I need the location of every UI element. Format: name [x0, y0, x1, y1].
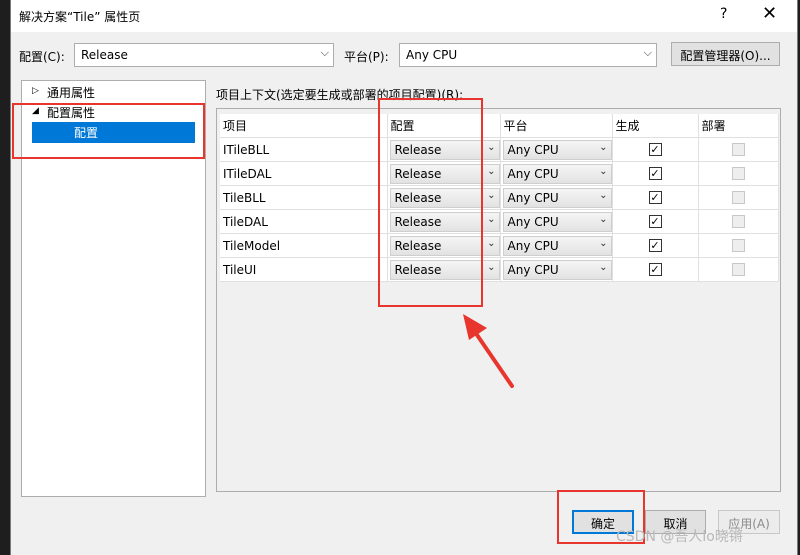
deploy-checkbox	[731, 263, 745, 276]
row-config-value: Release	[394, 167, 442, 181]
row-config-select[interactable]: Release ⌄	[389, 260, 500, 280]
table-row: TileModel Release ⌄ Any CPU ⌄ ✓	[220, 233, 779, 258]
table-row: TileDAL Release ⌄ Any CPU ⌄ ✓	[220, 209, 779, 234]
config-manager-button[interactable]: 配置管理器(O)...	[671, 42, 780, 66]
row-config-select[interactable]: Release ⌄	[389, 188, 500, 208]
row-platform-value: Any CPU	[507, 143, 559, 157]
table-row: TileBLL Release ⌄ Any CPU ⌄ ✓	[220, 185, 779, 210]
chevron-down-icon: ⌵	[320, 46, 329, 59]
column-header-config: 配置	[387, 114, 501, 138]
chevron-down-icon: ⌄	[599, 238, 608, 249]
build-checkbox[interactable]: ✓	[648, 263, 662, 276]
tree-item-label: 配置属性	[47, 106, 96, 120]
collapse-arrow-icon[interactable]: ◢	[32, 106, 39, 116]
chevron-down-icon: ⌄	[599, 262, 608, 273]
chevron-down-icon: ⌄	[487, 214, 496, 225]
build-checkbox[interactable]: ✓	[648, 215, 662, 228]
row-config-select[interactable]: Release ⌄	[389, 236, 500, 256]
table-row: TileUI Release ⌄ Any CPU ⌄ ✓	[220, 257, 779, 282]
project-table: 项目 配置 平台 生成 部署 ITileBLL Release ⌄ Any CPU…	[220, 114, 779, 282]
chevron-down-icon: ⌵	[643, 46, 652, 59]
row-platform-value: Any CPU	[507, 191, 559, 205]
row-platform-value: Any CPU	[507, 167, 559, 181]
project-name: ITileBLL	[220, 137, 388, 162]
build-checkbox[interactable]: ✓	[648, 167, 662, 180]
row-config-select[interactable]: Release ⌄	[389, 164, 500, 184]
chevron-down-icon: ⌄	[487, 166, 496, 177]
row-platform-select[interactable]: Any CPU ⌄	[502, 212, 612, 232]
chevron-down-icon: ⌄	[487, 238, 496, 249]
row-platform-select[interactable]: Any CPU ⌄	[502, 236, 612, 256]
row-config-select[interactable]: Release ⌄	[389, 212, 500, 232]
deploy-checkbox	[731, 143, 745, 156]
platform-select[interactable]: Any CPU ⌵	[399, 43, 657, 67]
row-config-value: Release	[394, 191, 442, 205]
row-platform-select[interactable]: Any CPU ⌄	[502, 140, 612, 160]
row-platform-value: Any CPU	[507, 215, 559, 229]
row-platform-select[interactable]: Any CPU ⌄	[502, 260, 612, 280]
chevron-down-icon: ⌄	[487, 142, 496, 153]
deploy-checkbox	[731, 191, 745, 204]
table-header-row: 项目 配置 平台 生成 部署	[220, 114, 779, 138]
help-button[interactable]: ?	[720, 6, 727, 22]
row-platform-value: Any CPU	[507, 263, 559, 277]
build-checkbox[interactable]: ✓	[648, 239, 662, 252]
project-name: ITileDAL	[220, 161, 388, 186]
tree-item-config-properties[interactable]: ◢ 配置属性	[32, 104, 202, 121]
project-name: TileModel	[220, 233, 388, 258]
close-button[interactable]: ✕	[762, 3, 777, 24]
row-platform-select[interactable]: Any CPU ⌄	[502, 164, 612, 184]
deploy-checkbox	[731, 239, 745, 252]
column-header-build: 生成	[612, 114, 699, 138]
build-checkbox[interactable]: ✓	[648, 191, 662, 204]
column-header-project: 项目	[220, 114, 388, 138]
row-config-select[interactable]: Release ⌄	[389, 140, 500, 160]
table-row: ITileDAL Release ⌄ Any CPU ⌄ ✓	[220, 161, 779, 186]
chevron-down-icon: ⌄	[599, 214, 608, 225]
chevron-down-icon: ⌄	[487, 262, 496, 273]
column-header-platform: 平台	[500, 114, 613, 138]
tree-item-configuration[interactable]: 配置	[32, 122, 195, 143]
config-select-value: Release	[81, 48, 128, 62]
project-name: TileUI	[220, 257, 388, 282]
property-tree: ▷ 通用属性 ◢ 配置属性 配置	[21, 80, 206, 497]
project-name: TileDAL	[220, 209, 388, 234]
project-context-label: 项目上下文(选定要生成或部署的项目配置)(R):	[216, 88, 464, 102]
platform-select-value: Any CPU	[406, 48, 458, 62]
expand-arrow-icon[interactable]: ▷	[32, 86, 39, 96]
row-config-value: Release	[394, 215, 442, 229]
tree-item-label: 配置	[74, 126, 99, 140]
title-bar: 解决方案“Tile” 属性页 ? ✕	[11, 0, 797, 32]
row-config-value: Release	[394, 239, 442, 253]
project-name: TileBLL	[220, 185, 388, 210]
row-config-value: Release	[394, 263, 442, 277]
deploy-checkbox	[731, 215, 745, 228]
chevron-down-icon: ⌄	[599, 142, 608, 153]
tree-item-label: 通用属性	[47, 86, 96, 100]
row-platform-select[interactable]: Any CPU ⌄	[502, 188, 612, 208]
config-label: 配置(C):	[19, 50, 65, 64]
row-config-value: Release	[394, 143, 442, 157]
properties-dialog: 解决方案“Tile” 属性页 ? ✕ 配置(C): Release ⌵ 平台(P…	[10, 0, 798, 555]
platform-label: 平台(P):	[344, 50, 389, 64]
config-select[interactable]: Release ⌵	[74, 43, 334, 67]
window-title: 解决方案“Tile” 属性页	[19, 10, 141, 24]
project-context-grid: 项目 配置 平台 生成 部署 ITileBLL Release ⌄ Any CPU…	[216, 108, 781, 492]
column-header-deploy: 部署	[698, 114, 779, 138]
tree-item-common-properties[interactable]: ▷ 通用属性	[32, 84, 202, 101]
table-row: ITileBLL Release ⌄ Any CPU ⌄ ✓	[220, 137, 779, 162]
chevron-down-icon: ⌄	[599, 166, 608, 177]
annotation-arrow-icon	[463, 314, 514, 388]
row-platform-value: Any CPU	[507, 239, 559, 253]
watermark: CSDN @吾人lo晓锵	[616, 529, 743, 545]
chevron-down-icon: ⌄	[487, 190, 496, 201]
deploy-checkbox	[731, 167, 745, 180]
build-checkbox[interactable]: ✓	[648, 143, 662, 156]
chevron-down-icon: ⌄	[599, 190, 608, 201]
